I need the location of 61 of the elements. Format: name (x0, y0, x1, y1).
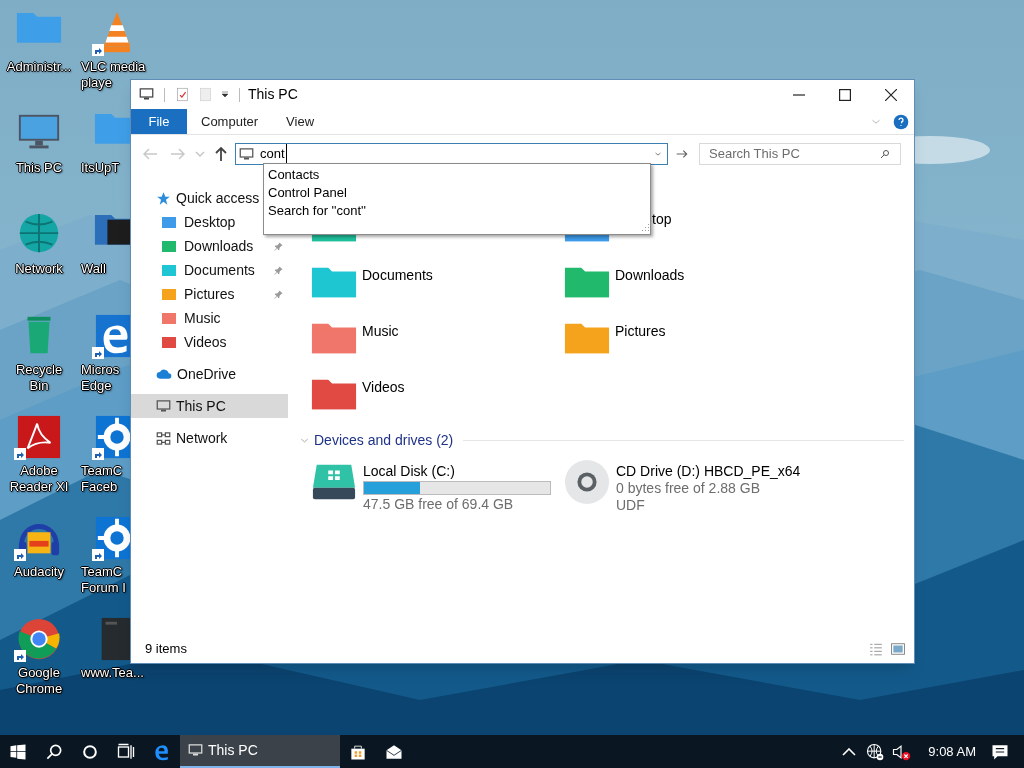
resize-grip-icon[interactable] (639, 223, 649, 233)
nav-item[interactable]: OneDrive (131, 362, 288, 386)
item-count: 9 items (145, 640, 187, 659)
ribbon-tab[interactable]: Computer (187, 109, 273, 134)
nav-item[interactable]: Music (131, 306, 288, 330)
show-hidden-icons-button[interactable] (842, 747, 857, 756)
monitor-icon (156, 398, 171, 414)
nav-item[interactable]: Network (131, 426, 288, 450)
task-view-button[interactable] (116, 741, 136, 762)
desktop-icon-label[interactable]: www.Tea... (81, 665, 144, 681)
nav-item[interactable]: Videos (131, 330, 288, 354)
pin-icon[interactable] (273, 264, 284, 276)
clock[interactable]: 9:08 AM (928, 741, 976, 762)
maximize-button[interactable] (839, 88, 851, 101)
drive-space: 0 bytes free of 2.88 GB (616, 480, 761, 497)
folder-label[interactable]: Downloads (615, 265, 685, 286)
folder-label[interactable]: Pictures (615, 321, 666, 342)
section-header[interactable]: Devices and drives (2) (314, 430, 454, 451)
folder-label[interactable]: Videos (362, 377, 405, 398)
desktop-icon-label[interactable]: Audacity (14, 564, 64, 580)
folder-label[interactable]: Music (362, 321, 399, 342)
suggestion-item[interactable]: Control Panel (268, 184, 347, 202)
pin-icon[interactable] (273, 240, 284, 252)
large-icons-view-button[interactable] (890, 642, 906, 656)
nav-item[interactable]: Downloads (131, 234, 288, 258)
taskbar-window-button[interactable]: This PC (180, 735, 340, 768)
help-icon[interactable] (893, 113, 909, 130)
globe-icon[interactable] (865, 741, 886, 762)
close-button[interactable] (885, 88, 897, 101)
nav-item[interactable]: This PC (131, 394, 288, 418)
nav-item[interactable]: Pictures (131, 282, 288, 306)
chrome-icon[interactable] (16, 616, 62, 662)
desktop-icon-label[interactable]: TeamC Forum I (81, 564, 126, 596)
network-icon (156, 430, 171, 446)
folder-label[interactable]: top (652, 209, 672, 230)
search-field[interactable]: Search This PC (699, 143, 901, 165)
window-title: This PC (248, 85, 298, 104)
up-button[interactable] (215, 147, 227, 161)
cd-drive-icon[interactable] (564, 459, 610, 505)
monitor-icon[interactable] (139, 87, 154, 102)
nav-item[interactable]: Documents (131, 258, 288, 282)
minimize-button[interactable] (793, 93, 805, 96)
drive-name[interactable]: CD Drive (D:) HBCD_PE_x64 (616, 463, 801, 480)
search-placeholder: Search This PC (709, 145, 801, 164)
folder-label[interactable]: Documents (362, 265, 433, 286)
search-icon[interactable] (879, 148, 891, 160)
file-system: UDF (616, 497, 646, 514)
ribbon-tab[interactable]: View (272, 109, 329, 134)
suggestion-item[interactable]: Search for ''cont'' (268, 202, 367, 220)
suggestion-item[interactable]: Contacts (268, 166, 320, 184)
properties-icon[interactable] (175, 87, 190, 102)
drive-name[interactable]: Local Disk (C:) (363, 463, 551, 480)
desktop-icon-label[interactable]: TeamC Faceb (81, 463, 123, 495)
desktop-icon-label[interactable]: Google Chrome (15, 665, 63, 697)
details-view-button[interactable] (868, 642, 884, 656)
drive-space: 47.5 GB free of 69.4 GB (363, 496, 515, 513)
monitor-icon (188, 743, 203, 758)
file-menu-button[interactable]: File (131, 109, 187, 134)
star-icon (156, 190, 171, 206)
monitor-icon (239, 146, 254, 162)
pin-icon[interactable] (273, 288, 284, 300)
